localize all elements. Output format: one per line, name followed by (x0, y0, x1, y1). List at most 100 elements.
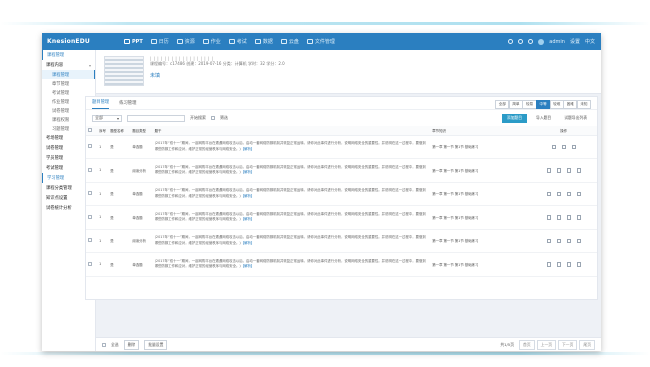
row-no: 1 (97, 252, 109, 277)
edit-icon[interactable] (546, 168, 551, 173)
nav-item-1[interactable]: 日历 (150, 38, 169, 45)
view-icon[interactable] (566, 191, 571, 196)
sidebar-item-3[interactable]: 章节管理 (42, 79, 95, 88)
sidebar-item-0[interactable]: 课程管理 (42, 50, 95, 60)
search-input[interactable] (127, 114, 185, 122)
row-ops (532, 262, 595, 267)
row-answer-link[interactable]: 【解析】 (241, 147, 255, 151)
bell-icon[interactable] (528, 39, 534, 44)
row-text-cell: (2017年“双十一”期间，一起网购平台在遭遇网络攻击以后，启动一套网络防御机制… (152, 182, 431, 206)
footer-select-all-checkbox[interactable] (102, 342, 106, 347)
delete-icon[interactable] (571, 144, 576, 149)
row-name: 是 (108, 205, 131, 230)
course-thumbnail (104, 56, 144, 86)
difficulty-option-0[interactable]: 全部 (495, 100, 510, 109)
page-button-3[interactable]: 尾页 (579, 339, 595, 350)
row-answer-link[interactable]: 【解析】 (241, 241, 255, 245)
delete-icon[interactable] (576, 168, 581, 173)
sidebar-item-1[interactable]: 课程内容 ▾ (42, 60, 95, 70)
row-answer-link[interactable]: 【解析】 (241, 170, 255, 174)
row-select (86, 252, 98, 277)
row-answer-link[interactable]: 【解析】 (241, 194, 255, 198)
nav-item-2[interactable]: 资源 (176, 38, 195, 45)
delete-icon[interactable] (576, 262, 581, 267)
delete-icon[interactable] (576, 238, 581, 243)
delete-button[interactable]: 删除 (123, 339, 140, 350)
difficulty-option-5[interactable]: 困难 (563, 100, 578, 109)
row-ops-cell (530, 252, 597, 277)
select-all-checkbox[interactable] (88, 127, 92, 132)
decor-band-top (0, 22, 650, 25)
row-chapter: 第一章 第一节 第1节 基础练习 (430, 229, 531, 253)
row-checkbox[interactable] (88, 238, 92, 243)
edit-icon[interactable] (546, 238, 551, 243)
difficulty-option-3[interactable]: 中等 (536, 100, 551, 109)
row-checkbox[interactable] (88, 214, 92, 219)
copy-icon[interactable] (551, 144, 556, 149)
add-question-button[interactable]: 添加题目 (501, 113, 528, 123)
copy-icon[interactable] (556, 262, 561, 267)
view-icon[interactable] (561, 144, 566, 149)
search-button[interactable]: 开始搜索 (190, 115, 206, 121)
nav-item-3[interactable]: 作业 (202, 38, 221, 45)
row-checkbox[interactable] (88, 144, 92, 149)
difficulty-option-4[interactable]: 较难 (549, 100, 564, 109)
tab-questions[interactable]: 题目管理 (92, 99, 110, 109)
nav-item-5[interactable]: 数据 (254, 38, 273, 45)
copy-icon[interactable] (556, 168, 561, 173)
view-icon[interactable] (566, 238, 571, 243)
edit-icon[interactable] (546, 262, 551, 267)
settings-link[interactable]: 设置 (570, 38, 580, 45)
difficulty-option-1[interactable]: 简单 (508, 100, 524, 109)
copy-icon[interactable] (556, 215, 561, 220)
delete-icon[interactable] (576, 191, 581, 196)
type-select[interactable]: 全部 ▾ (92, 114, 122, 122)
row-ops (532, 238, 595, 243)
home-icon[interactable] (508, 39, 514, 44)
nav-item-label: 云盘 (288, 39, 299, 45)
delete-icon[interactable] (576, 215, 581, 220)
row-ops (532, 191, 595, 196)
nav-item-0[interactable]: PPT (124, 38, 143, 45)
edit-icon[interactable] (546, 215, 551, 220)
row-type: 单选题 (130, 182, 153, 206)
edit-icon[interactable] (546, 191, 551, 196)
top-nav: PPT 日历 资源 作业 考试 数据 云盘 文件管理 (124, 38, 508, 45)
export-list-button[interactable]: 试题导出列表 (560, 114, 591, 123)
import-question-button[interactable]: 导入题目 (532, 114, 555, 123)
row-answer-link[interactable]: 【解析】 (241, 217, 255, 221)
user-name[interactable]: admin (549, 39, 565, 45)
view-icon[interactable] (566, 215, 571, 220)
difficulty-filter: 全部 简单 较易 中等 较难 困难 未知 (495, 100, 591, 109)
sidebar-item-2[interactable]: 课程管理 (42, 70, 95, 79)
row-answer-link[interactable]: 【解析】 (241, 264, 255, 268)
copy-icon[interactable] (556, 238, 561, 243)
batch-setting-button[interactable]: 批量设置 (144, 339, 168, 350)
row-text: (2017年“双十一”期间，一起网购平台在遭遇网络攻击以后，启动一套网络防御机制… (154, 258, 426, 269)
row-checkbox[interactable] (88, 191, 92, 196)
message-icon[interactable] (518, 39, 524, 44)
copy-icon[interactable] (556, 191, 561, 196)
tab-practice[interactable]: 练习管理 (119, 100, 136, 109)
language-link[interactable]: 中文 (585, 38, 595, 45)
row-text-block: (2017年“双十一”期间，一起网购平台在遭遇网络攻击以后，启动一套网络防御机制… (155, 165, 429, 176)
filter-checkbox[interactable] (211, 116, 215, 120)
nav-item-7[interactable]: 文件管理 (306, 38, 335, 45)
row-checkbox[interactable] (88, 167, 92, 172)
table-row: 1 是单选题 (2017年“双十一”期间，一起网购平台在遭遇网络攻击以后，启动一套网… (86, 182, 597, 206)
page-button-0[interactable]: 首页 (519, 339, 535, 350)
avatar[interactable] (538, 38, 545, 45)
row-checkbox[interactable] (88, 261, 92, 266)
view-icon[interactable] (566, 262, 571, 267)
page-button-1[interactable]: 上一页 (536, 339, 557, 350)
row-ops (532, 144, 595, 149)
difficulty-option-6[interactable]: 未知 (576, 100, 591, 109)
difficulty-option-2[interactable]: 较易 (522, 100, 537, 109)
row-text-cell: (2017年“双十一”期间，一起网购平台在遭遇网络攻击以后，启动一套网络防御机制… (152, 229, 431, 253)
row-chapter: 第一章 第一节 第1节 基础练习 (430, 135, 531, 159)
nav-item-4[interactable]: 考试 (228, 38, 247, 45)
view-icon[interactable] (566, 168, 571, 173)
nav-item-6[interactable]: 云盘 (280, 38, 299, 45)
row-text-cell: (2017年“双十一”期间，一起网购平台在遭遇网络攻击以后，启动一套网络防御机制… (152, 135, 431, 159)
page-button-2[interactable]: 下一页 (558, 339, 578, 350)
